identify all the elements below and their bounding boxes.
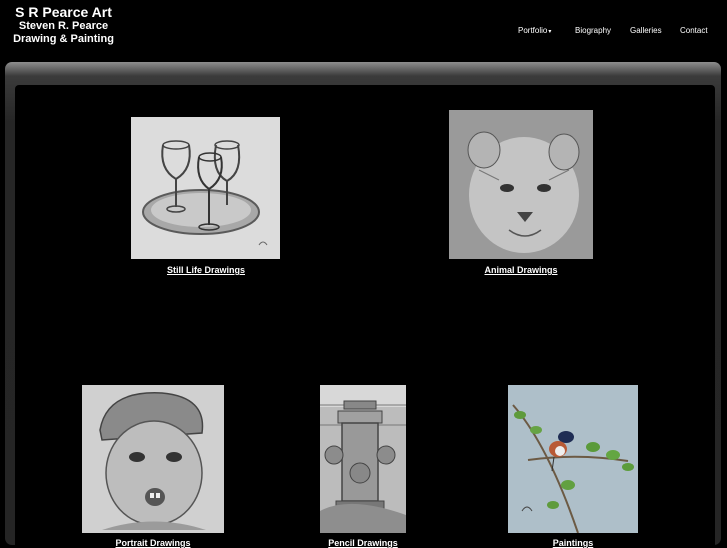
nav-contact[interactable]: Contact: [680, 26, 708, 35]
chevron-down-icon: ▾: [548, 29, 552, 35]
paintings-link[interactable]: Paintings: [553, 538, 594, 548]
portrait-thumbnail[interactable]: [82, 385, 224, 533]
nav-biography[interactable]: Biography: [575, 26, 611, 35]
animal-link[interactable]: Animal Drawings: [484, 265, 557, 275]
site-header: S R Pearce Art Steven R. Pearce Drawing …: [0, 4, 127, 46]
main-nav: Portfolio▾ Biography Galleries Contact: [0, 26, 727, 38]
pencil-thumbnail[interactable]: [320, 385, 406, 533]
pencil-link[interactable]: Pencil Drawings: [328, 538, 398, 548]
paintings-thumbnail[interactable]: [508, 385, 638, 533]
still-life-thumbnail[interactable]: [131, 117, 280, 259]
site-title[interactable]: S R Pearce Art: [0, 4, 127, 20]
nav-galleries[interactable]: Galleries: [630, 26, 662, 35]
portrait-link[interactable]: Portrait Drawings: [115, 538, 190, 548]
nav-portfolio[interactable]: Portfolio▾: [518, 26, 551, 35]
still-life-link[interactable]: Still Life Drawings: [167, 265, 245, 275]
nav-portfolio-label: Portfolio: [518, 26, 548, 35]
animal-thumbnail[interactable]: [449, 110, 593, 259]
